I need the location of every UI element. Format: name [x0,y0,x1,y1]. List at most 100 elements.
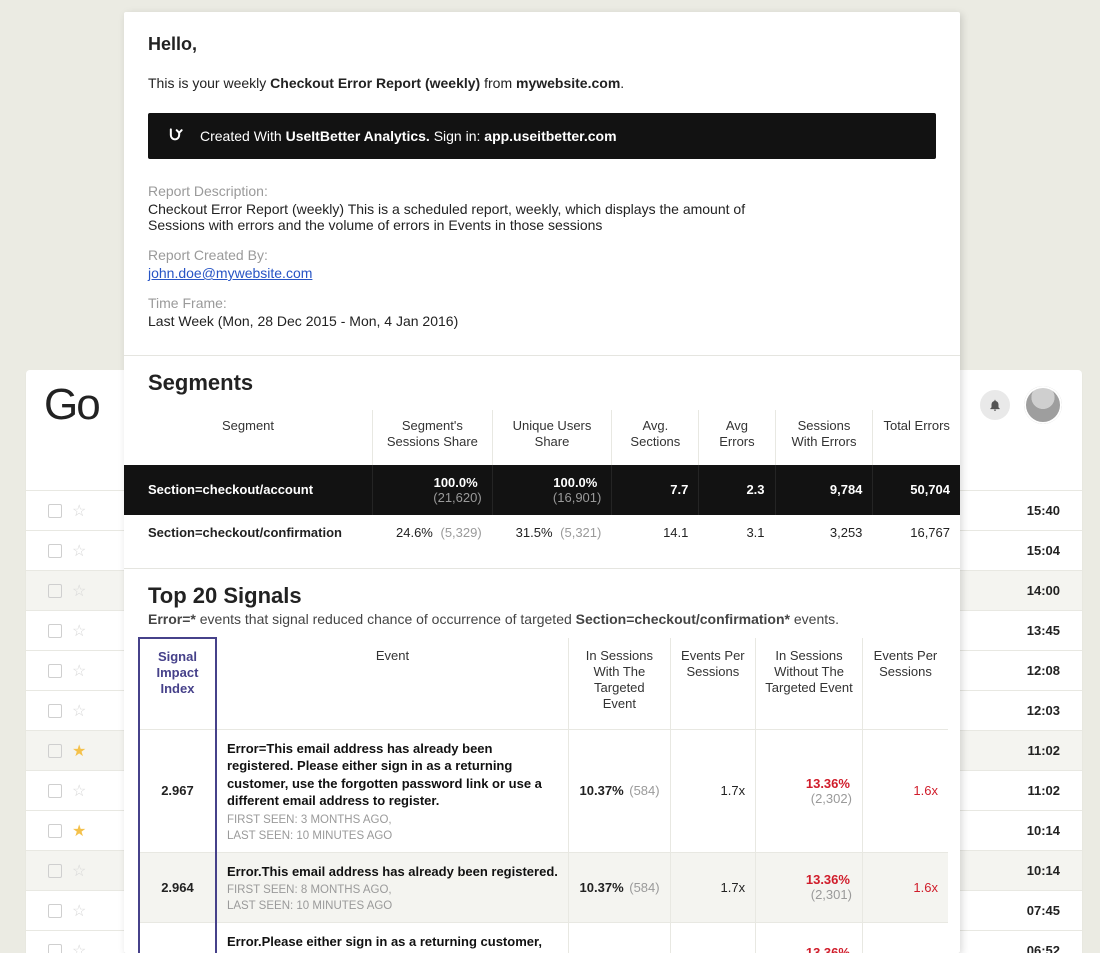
signal-event-title: Error=This email address has already bee… [227,740,558,810]
notifications-button[interactable] [980,390,1010,420]
segment-share-sessions: 24.6% (5,329) [373,515,493,550]
brand-logo-text: Go [44,380,99,430]
inbox-row-time: 11:02 [1027,783,1060,798]
star-icon[interactable]: ★ [72,821,86,841]
row-checkbox[interactable] [48,904,62,918]
signals-sub-mid: events that signal reduced chance of occ… [200,611,576,627]
signals-table-row: 2.967 Error=This email address has alrea… [139,729,948,852]
segment-share-users: 100.0% (16,901) [492,465,612,515]
segment-share-sessions: 100.0% (21,620) [373,465,493,515]
row-checkbox[interactable] [48,944,62,953]
signal-eps-without: 1.6x [862,852,948,923]
star-icon[interactable]: ☆ [72,661,86,681]
star-icon[interactable]: ☆ [72,901,86,921]
signal-eps-without: 1.6x [862,923,948,953]
segment-total-errors: 16,767 [873,515,960,550]
star-icon[interactable]: ☆ [72,781,86,801]
row-checkbox[interactable] [48,664,62,678]
star-icon[interactable]: ☆ [72,581,86,601]
row-checkbox[interactable] [48,544,62,558]
time-frame-label: Time Frame: [148,295,936,311]
segments-col-avg-sections: Avg. Sections [612,410,699,465]
report-created-by-label: Report Created By: [148,247,936,263]
signal-impact-index: 2.964 [139,852,216,923]
signals-table-row: 2.964 Error.Please either sign in as a r… [139,923,948,953]
star-icon[interactable]: ☆ [72,501,86,521]
signal-in-without: 13.36% (2,301) [756,923,863,953]
star-icon[interactable]: ☆ [72,701,86,721]
signal-eps-with: 1.7x [670,852,755,923]
inbox-row-time: 14:00 [1027,583,1060,598]
segment-sessions-with-errors: 9,784 [775,465,873,515]
intro-suffix: . [620,75,624,91]
segment-avg-errors: 2.3 [699,465,775,515]
signal-event: Error.Please either sign in as a returni… [216,923,569,953]
star-icon[interactable]: ★ [72,741,86,761]
row-checkbox[interactable] [48,624,62,638]
signals-table-row: 2.964 Error.This email address has alrea… [139,852,948,923]
inbox-row-time: 15:40 [1027,503,1060,518]
signals-table: Signal Impact Index Event In Sessions Wi… [138,637,948,953]
signal-last-seen: LAST SEEN: 10 MINUTES AGO [227,900,558,912]
signal-in-with: 10.37% (584) [569,729,671,852]
product-logo-icon [164,125,186,147]
segments-col-segment: Segment [124,410,373,465]
intro-report-name: Checkout Error Report (weekly) [270,75,480,91]
row-checkbox[interactable] [48,864,62,878]
signal-event: Error=This email address has already bee… [216,729,569,852]
banner-prefix: Created With [200,128,286,144]
segments-col-share-sessions: Segment's Sessions Share [373,410,493,465]
row-checkbox[interactable] [48,744,62,758]
user-avatar[interactable] [1024,386,1062,424]
signals-sub-bold: Section=checkout/confirmation* [576,611,790,627]
segment-total-errors: 50,704 [873,465,960,515]
intro-prefix: This is your weekly [148,75,270,91]
signal-last-seen: LAST SEEN: 10 MINUTES AGO [227,830,558,842]
segments-col-avg-errors: Avg Errors [699,410,775,465]
segments-col-share-users: Unique Users Share [492,410,612,465]
signals-sub-suffix: events. [790,611,839,627]
segment-avg-errors: 3.1 [699,515,775,550]
signal-in-with: 10.37% (584) [569,852,671,923]
signal-event: Error.This email address has already bee… [216,852,569,923]
inbox-row-time: 07:45 [1027,903,1060,918]
inbox-row-time: 06:52 [1027,943,1060,953]
signal-eps-with: 1.7x [670,923,755,953]
time-frame: Last Week (Mon, 28 Dec 2015 - Mon, 4 Jan… [148,313,936,329]
signal-eps-with: 1.7x [670,729,755,852]
banner-signin-prefix: Sign in: [434,128,485,144]
segments-table: Segment Segment's Sessions Share Unique … [124,410,960,550]
segment-name: Section=checkout/confirmation [124,515,373,550]
signals-subtitle: Error=* events that signal reduced chanc… [124,609,960,637]
signal-impact-index: 2.967 [139,729,216,852]
report-created-by-link[interactable]: john.doe@mywebsite.com [148,265,312,281]
row-checkbox[interactable] [48,784,62,798]
segments-col-sessions-errors: Sessions With Errors [775,410,873,465]
signals-title: Top 20 Signals [124,569,960,609]
signal-event-title: Error.Please either sign in as a returni… [227,933,558,953]
intro-line: This is your weekly Checkout Error Repor… [148,75,936,91]
star-icon[interactable]: ☆ [72,861,86,881]
signal-in-with: 10.37% (584) [569,923,671,953]
banner-signin-link[interactable]: app.useitbetter.com [484,128,616,144]
signals-col-in-with: In Sessions With The Targeted Event [569,638,671,730]
row-checkbox[interactable] [48,504,62,518]
segment-sessions-with-errors: 3,253 [775,515,873,550]
signal-first-seen: FIRST SEEN: 8 MONTHS AGO, [227,884,558,896]
signals-col-sii: Signal Impact Index [139,638,216,730]
star-icon[interactable]: ☆ [72,621,86,641]
report-description-label: Report Description: [148,183,936,199]
intro-mid: from [480,75,516,91]
segment-share-users: 31.5% (5,321) [492,515,612,550]
row-checkbox[interactable] [48,704,62,718]
report-card: Hello, This is your weekly Checkout Erro… [124,12,960,953]
inbox-row-time: 11:02 [1027,743,1060,758]
segments-table-row: Section=checkout/account100.0% (21,620)1… [124,465,960,515]
segments-col-total-errors: Total Errors [873,410,960,465]
row-checkbox[interactable] [48,824,62,838]
segment-avg-sections: 14.1 [612,515,699,550]
inbox-row-time: 15:04 [1027,543,1060,558]
star-icon[interactable]: ☆ [72,941,86,953]
row-checkbox[interactable] [48,584,62,598]
star-icon[interactable]: ☆ [72,541,86,561]
